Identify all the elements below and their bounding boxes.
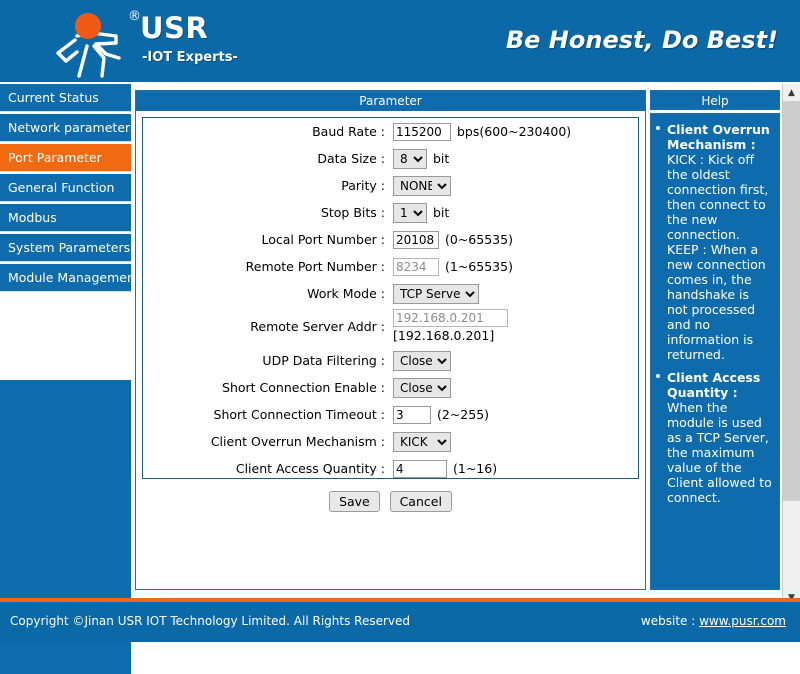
field-hint: bit xyxy=(433,205,450,220)
footer-website-link[interactable]: www.pusr.com xyxy=(699,614,786,628)
parity-select[interactable]: NONE xyxy=(393,175,451,196)
field-row-remote-port: Remote Port Number : (1~65535) xyxy=(143,253,638,280)
local-port-input[interactable] xyxy=(393,230,439,249)
brand-tagline: -IOT Experts- xyxy=(142,50,238,65)
usr-running-man-logo: ® xyxy=(44,6,152,78)
field-label: Local Port Number : xyxy=(261,232,385,247)
field-label: UDP Data Filtering : xyxy=(262,353,385,368)
bullet-icon xyxy=(656,374,660,378)
panel-title: Parameter xyxy=(136,91,645,111)
field-row-local-port: Local Port Number : (0~65535) xyxy=(143,226,638,253)
footer-website: website : www.pusr.com xyxy=(641,614,786,628)
field-row-work-mode: Work Mode : TCP Server xyxy=(143,280,638,307)
work-mode-select[interactable]: TCP Server xyxy=(393,283,479,304)
remote-port-input[interactable] xyxy=(393,257,439,276)
field-label: Short Connection Enable : xyxy=(222,380,385,395)
short-connection-timeout-input[interactable] xyxy=(393,405,431,424)
field-hint: (1~16) xyxy=(453,461,498,476)
field-hint: bit xyxy=(433,151,450,166)
baud-rate-input[interactable] xyxy=(393,122,451,141)
field-label: Client Overrun Mechanism : xyxy=(210,434,385,449)
udp-data-filtering-select[interactable]: Close xyxy=(393,350,451,371)
sidebar-item-network-parameters[interactable]: Network parameters xyxy=(0,114,131,142)
stop-bits-select[interactable]: 1 xyxy=(393,202,427,223)
field-hint: (0~65535) xyxy=(445,232,513,247)
field-label: Client Access Quantity : xyxy=(235,461,385,476)
sidebar-item-label: Port Parameter xyxy=(8,150,102,165)
help-group-client-overrun-mechanism: Client Overrun Mechanism : KICK : Kick o… xyxy=(655,122,773,362)
brand-title: USR xyxy=(140,11,209,45)
client-access-quantity-input[interactable] xyxy=(393,459,447,478)
help-panel: Help Client Overrun Mechanism : KICK : K… xyxy=(650,90,780,590)
data-size-select[interactable]: 8 xyxy=(393,148,427,169)
help-text: KICK : Kick off the oldest connection fi… xyxy=(667,152,769,362)
save-button[interactable]: Save xyxy=(329,491,380,512)
logo-head-circle xyxy=(75,13,101,39)
field-row-stop-bits: Stop Bits : 1 bit xyxy=(143,199,638,226)
cancel-button[interactable]: Cancel xyxy=(389,491,452,512)
bullet-icon xyxy=(656,126,660,130)
sidebar-item-label: Network parameters xyxy=(8,120,131,135)
sidebar-item-module-management[interactable]: Module Management xyxy=(0,264,131,292)
help-heading: Client Overrun Mechanism : xyxy=(667,122,770,152)
field-label: Short Connection Timeout : xyxy=(213,407,385,422)
parameter-form: Baud Rate : bps(600~230400) Data Size : … xyxy=(142,117,639,479)
field-label: Remote Server Addr : xyxy=(250,319,385,334)
remote-server-addr-input[interactable] xyxy=(393,309,508,327)
field-row-client-overrun-mechanism: Client Overrun Mechanism : KICK xyxy=(143,428,638,455)
short-connection-enable-select[interactable]: Close xyxy=(393,377,451,398)
page-scrollbar[interactable]: ▲ ▼ xyxy=(782,84,800,606)
scrollbar-up-icon[interactable]: ▲ xyxy=(783,84,800,101)
sidebar-item-port-parameter[interactable]: Port Parameter xyxy=(0,144,131,172)
page-footer: Copyright ©Jinan USR IOT Technology Limi… xyxy=(0,602,800,642)
brand-block: USR -IOT Experts- xyxy=(140,12,238,65)
field-row-data-size: Data Size : 8 bit xyxy=(143,145,638,172)
footer-website-label: website : xyxy=(640,614,700,628)
sidebar-nav: Current Status Network parameters Port P… xyxy=(0,84,131,674)
field-row-client-access-quantity: Client Access Quantity : (1~16) xyxy=(143,455,638,482)
sidebar-item-label: General Function xyxy=(8,180,115,195)
logo-svg: ® xyxy=(56,9,141,78)
sidebar-item-label: Modbus xyxy=(8,210,57,225)
remote-server-addr-note: [192.168.0.201] xyxy=(393,328,495,343)
footer-copyright: Copyright ©Jinan USR IOT Technology Limi… xyxy=(10,614,411,628)
sidebar-item-label: System Parameters xyxy=(8,240,131,255)
parameter-panel: Parameter Baud Rate : bps(600~230400) Da… xyxy=(135,90,646,590)
field-row-short-connection-enable: Short Connection Enable : Close xyxy=(143,374,638,401)
field-label: Baud Rate : xyxy=(312,124,385,139)
field-row-short-connection-timeout: Short Connection Timeout : (2~255) xyxy=(143,401,638,428)
field-row-remote-server-addr: Remote Server Addr : [192.168.0.201] xyxy=(143,307,638,347)
sidebar-item-general-function[interactable]: General Function xyxy=(0,174,131,202)
field-label: Remote Port Number : xyxy=(245,259,385,274)
help-heading: Client Access Quantity : xyxy=(667,370,761,400)
field-row-udp-data-filtering: UDP Data Filtering : Close xyxy=(143,347,638,374)
field-hint: (1~65535) xyxy=(445,259,513,274)
help-body: Client Overrun Mechanism : KICK : Kick o… xyxy=(650,113,780,590)
field-hint: bps(600~230400) xyxy=(457,124,572,139)
field-row-baud-rate: Baud Rate : bps(600~230400) xyxy=(143,118,638,145)
sidebar-item-modbus[interactable]: Modbus xyxy=(0,204,131,232)
page-root: ® USR -IOT Experts- Be Honest, Do Best! … xyxy=(0,0,800,674)
help-text: When the module is used as a TCP Server,… xyxy=(667,400,772,505)
page-header: ® USR -IOT Experts- Be Honest, Do Best! xyxy=(0,0,800,82)
scrollbar-thumb[interactable] xyxy=(783,101,800,501)
field-row-parity: Parity : NONE xyxy=(143,172,638,199)
field-hint: (2~255) xyxy=(437,407,490,422)
field-label: Stop Bits : xyxy=(320,205,385,220)
header-slogan: Be Honest, Do Best! xyxy=(505,26,778,54)
sidebar-item-label: Current Status xyxy=(8,90,99,105)
help-group-client-access-quantity: Client Access Quantity : When the module… xyxy=(655,370,773,505)
form-actions: Save Cancel xyxy=(136,491,645,512)
field-label: Parity : xyxy=(341,178,385,193)
field-label: Work Mode : xyxy=(307,286,385,301)
sidebar-item-system-parameters[interactable]: System Parameters xyxy=(0,234,131,262)
sidebar-item-label: Module Management xyxy=(8,270,131,285)
client-overrun-mechanism-select[interactable]: KICK xyxy=(393,431,451,452)
help-title: Help xyxy=(650,90,780,110)
field-label: Data Size : xyxy=(317,151,385,166)
sidebar-item-current-status[interactable]: Current Status xyxy=(0,84,131,112)
